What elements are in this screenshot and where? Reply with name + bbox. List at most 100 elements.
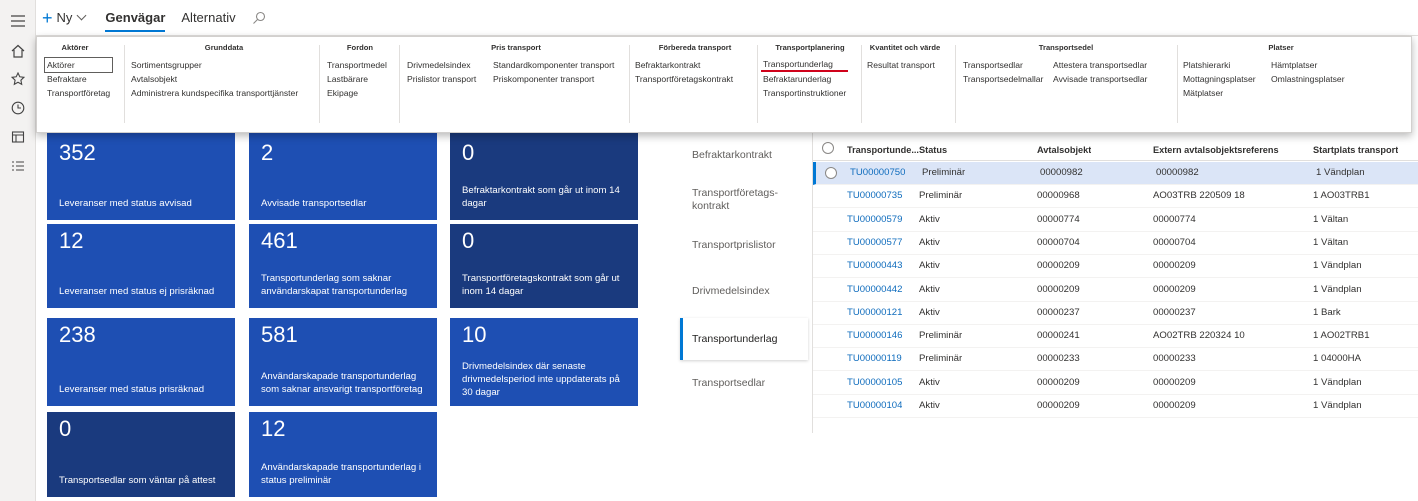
cell-transportunderlag[interactable]: TU00000735 <box>847 185 902 207</box>
home-icon[interactable] <box>9 42 27 60</box>
cell-transportunderlag[interactable]: TU00000442 <box>847 279 902 301</box>
cell-transportunderlag[interactable]: TU00000104 <box>847 395 902 417</box>
new-button-label: Ny <box>56 10 73 25</box>
tile-transportunderlag-preliminar[interactable]: 12 Användarskapade transportunderlag i s… <box>249 412 437 497</box>
table-row[interactable]: TU00000119 Preliminär 00000233 00000233 1 04… <box>813 348 1418 372</box>
tile-value: 461 <box>261 228 298 253</box>
menu-item-resultat-transport[interactable]: Resultat transport <box>865 58 937 72</box>
menu-item-omlastningsplatser[interactable]: Omlastningsplatser <box>1269 72 1347 86</box>
menu-item-befraktarkontrakt[interactable]: Befraktarkontrakt <box>633 58 735 72</box>
tile-value: 352 <box>59 140 96 165</box>
col-status[interactable]: Status <box>919 139 947 161</box>
tile-transportsedlar-attest[interactable]: 0 Transportsedlar som väntar på attest <box>47 412 235 497</box>
menu-item-transportsedlar[interactable]: Transportsedlar <box>961 58 1051 72</box>
cell-transportunderlag[interactable]: TU00000105 <box>847 372 902 394</box>
cell-avtalsobjekt: 00000209 <box>1037 400 1080 411</box>
menu-item-befraktare[interactable]: Befraktare <box>45 72 112 86</box>
menu-item-priskomponenter[interactable]: Priskomponenter transport <box>491 72 616 86</box>
menu-item-avtalsobjekt[interactable]: Avtalsobjekt <box>129 72 300 86</box>
group-title: Grunddata <box>204 43 244 52</box>
group-title: Platser <box>1268 43 1294 52</box>
cell-status: Preliminär <box>919 190 963 202</box>
col-extern-ref[interactable]: Extern avtalsobjektsreferens <box>1153 139 1279 161</box>
menu-item-transportsedelmallar[interactable]: Transportsedelmallar <box>961 72 1051 86</box>
menu-item-platshierarki[interactable]: Platshierarki <box>1181 58 1269 72</box>
cell-transportunderlag[interactable]: TU00000119 <box>847 348 902 370</box>
hamburger-icon[interactable] <box>9 12 27 30</box>
col-avtalsobjekt[interactable]: Avtalsobjekt <box>1037 139 1091 161</box>
tab-genvagar[interactable]: Genvägar <box>99 0 171 36</box>
tab-alternativ-label: Alternativ <box>181 10 236 25</box>
tab-alternativ[interactable]: Alternativ <box>175 0 241 36</box>
row-select-radio[interactable] <box>825 167 837 179</box>
menu-item-standardkomponenter[interactable]: Standardkomponenter transport <box>491 58 616 72</box>
menu-item-lastbarare[interactable]: Lastbärare <box>325 72 389 86</box>
new-button[interactable]: + Ny <box>36 0 91 36</box>
cell-transportunderlag[interactable]: TU00000577 <box>847 232 902 254</box>
tile-transportunderlag-saknar[interactable]: 461 Transportunderlag som saknar använda… <box>249 224 437 308</box>
cell-avtalsobjekt: 00000209 <box>1037 283 1080 295</box>
table-row[interactable]: TU00000443 Aktiv 00000209 00000209 1 Vändpla… <box>813 255 1418 279</box>
menu-item-sortimentsgrupper[interactable]: Sortimentsgrupper <box>129 58 300 72</box>
group-transportsedel: Transportsedel Transportsedlar Transport… <box>961 43 1171 86</box>
cell-extern-ref: AO03TRB 220509 18 <box>1153 190 1245 202</box>
tile-leveranser-prisraknad[interactable]: 238 Leveranser med status prisräknad <box>47 318 235 406</box>
menu-item-kundspecifika-tjanster[interactable]: Administrera kundspecifika transporttjän… <box>129 86 300 100</box>
menu-item-attestera-transportsedlar[interactable]: Attestera transportsedlar <box>1051 58 1149 72</box>
menu-item-prislistor-transport[interactable]: Prislistor transport <box>405 72 491 86</box>
cell-transportunderlag[interactable]: TU00000146 <box>847 325 902 347</box>
tile-leveranser-ej-prisraknad[interactable]: 12 Leveranser med status ej prisräknad <box>47 224 235 308</box>
group-fordon: Fordon Transportmedel Lastbärare Ekipage <box>325 43 395 100</box>
select-all-radio[interactable] <box>822 142 834 154</box>
menu-item-transportforetag[interactable]: Transportföretag <box>45 86 112 100</box>
menu-item-befraktarunderlag[interactable]: Befraktarunderlag <box>761 72 848 86</box>
table-row[interactable]: TU00000104 Aktiv 00000209 00000209 1 Vändpla… <box>813 395 1418 418</box>
menu-item-hamtplatser[interactable]: Hämtplatser <box>1269 58 1347 72</box>
list-icon[interactable] <box>9 157 27 175</box>
cell-transportunderlag[interactable]: TU00000443 <box>847 255 902 277</box>
menu-item-aktorer[interactable]: Aktörer <box>43 57 114 73</box>
link-transportunderlag[interactable]: Transportunderlag <box>680 318 808 360</box>
table-row[interactable]: TU00000146 Preliminär 00000241 AO02TRB 2203… <box>813 325 1418 349</box>
cell-startplats: 1 Vändplan <box>1313 400 1362 411</box>
table-row[interactable]: TU00000105 Aktiv 00000209 00000209 1 Vändpla… <box>813 372 1418 395</box>
table-row[interactable]: TU00000442 Aktiv 00000209 00000209 1 Vändpla… <box>813 279 1418 302</box>
menu-item-transportmedel[interactable]: Transportmedel <box>325 58 389 72</box>
table-row[interactable]: TU00000750 Preliminär 00000982 00000982 1 Vä… <box>813 162 1418 185</box>
workspace-icon[interactable] <box>9 128 27 146</box>
cell-transportunderlag[interactable]: TU00000750 <box>850 162 905 184</box>
link-befraktarkontrakt[interactable]: Befraktarkontrakt <box>680 149 808 162</box>
table-row[interactable]: TU00000121 Aktiv 00000237 00000237 1 Bark <box>813 302 1418 325</box>
table-row[interactable]: TU00000735 Preliminär 00000968 AO03TRB 2205… <box>813 185 1418 209</box>
table-row[interactable]: TU00000577 Aktiv 00000704 00000704 1 Vältan <box>813 232 1418 255</box>
star-icon[interactable] <box>9 70 27 88</box>
tile-label: Transportsedlar som väntar på attest <box>59 475 216 486</box>
menu-item-transportunderlag[interactable]: Transportunderlag <box>761 58 849 72</box>
menu-item-transportforetagskontrakt[interactable]: Transportföretagskontrakt <box>633 72 735 86</box>
menu-item-ekipage[interactable]: Ekipage <box>325 86 389 100</box>
cell-transportunderlag[interactable]: TU00000121 <box>847 302 902 324</box>
link-transportsedlar[interactable]: Transportsedlar <box>680 377 808 390</box>
col-transportunderlag[interactable]: Transportunde... <box>847 139 919 161</box>
group-divider <box>629 45 630 123</box>
group-title: Fordon <box>346 43 374 52</box>
menu-item-matplatser[interactable]: Mätplatser <box>1181 86 1269 100</box>
tile-transportforetagskontrakt-utgar[interactable]: 0 Transportföretagskontrakt som går ut i… <box>450 224 638 308</box>
group-title: Förbereda transport <box>658 43 732 52</box>
link-transportforetagskontrakt[interactable]: Transportföretags-kontrakt <box>680 187 790 213</box>
tile-drivmedelsindex-ej-uppdaterat[interactable]: 10 Drivmedelsindex där senaste drivmedel… <box>450 318 638 406</box>
table-row[interactable]: TU00000579 Aktiv 00000774 00000774 1 Vältan <box>813 209 1418 232</box>
tile-transportunderlag-saknar-foretag[interactable]: 581 Användarskapade transportunderlag so… <box>249 318 437 406</box>
tile-label: Användarskapade transportunderlag som sa… <box>261 371 423 395</box>
link-transportprislistor[interactable]: Transportprislistor <box>680 239 808 252</box>
search-icon[interactable] <box>246 0 272 36</box>
cell-transportunderlag[interactable]: TU00000579 <box>847 209 902 231</box>
menu-item-transportinstruktioner[interactable]: Transportinstruktioner <box>761 86 848 100</box>
col-startplats[interactable]: Startplats transport <box>1313 139 1398 161</box>
cell-avtalsobjekt: 00000209 <box>1037 376 1080 388</box>
clock-icon[interactable] <box>9 99 27 117</box>
menu-item-avvisade-transportsedlar[interactable]: Avvisade transportsedlar <box>1051 72 1149 86</box>
menu-item-drivmedelsindex[interactable]: Drivmedelsindex <box>405 58 491 72</box>
link-drivmedelsindex[interactable]: Drivmedelsindex <box>680 285 808 298</box>
menu-item-mottagningsplatser[interactable]: Mottagningsplatser <box>1181 72 1269 86</box>
